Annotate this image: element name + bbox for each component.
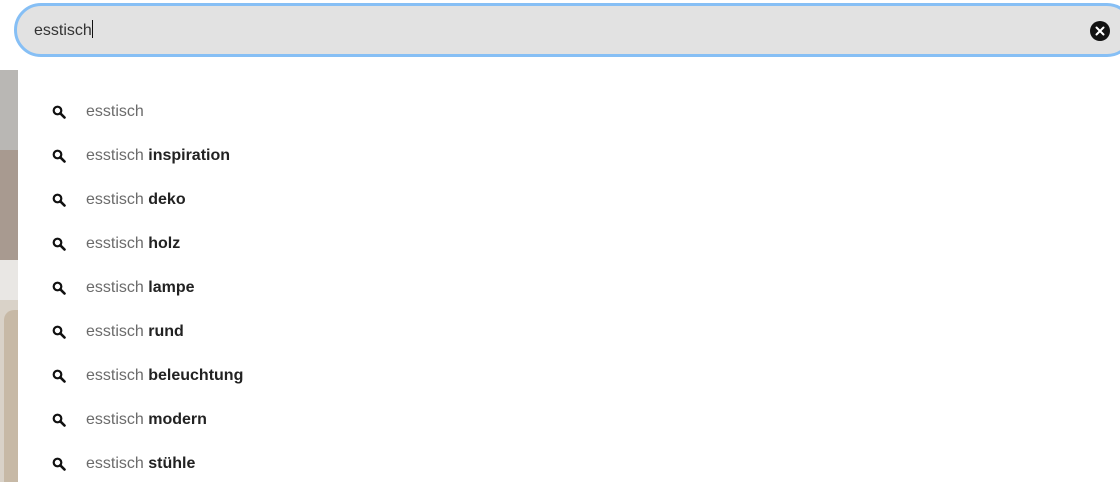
suggestion-item[interactable]: esstisch modern <box>18 398 1120 442</box>
suggestion-query: esstisch <box>86 147 144 164</box>
suggestion-completion: stühle <box>143 455 196 472</box>
suggestion-query: esstisch <box>86 235 144 252</box>
suggestion-item[interactable]: esstisch lampe <box>18 266 1120 310</box>
suggestion-query: esstisch <box>86 279 144 296</box>
suggestion-text: esstisch inspiration <box>86 134 230 178</box>
background-image-segment <box>0 70 18 150</box>
search-icon <box>52 281 66 295</box>
suggestion-item[interactable]: esstisch rund <box>18 310 1120 354</box>
clear-search-button[interactable] <box>1090 21 1110 41</box>
page: esstisch esstisch esstisch inspiration e… <box>0 0 1120 482</box>
suggestion-text: esstisch beleuchtung <box>86 354 243 398</box>
suggestion-query: esstisch <box>86 367 144 384</box>
suggestion-item[interactable]: esstisch inspiration <box>18 134 1120 178</box>
search-icon <box>52 325 66 339</box>
suggestion-text: esstisch stühle <box>86 442 195 482</box>
search-icon <box>52 413 66 427</box>
search-input-value: esstisch <box>34 22 92 39</box>
suggestions-dropdown: esstisch esstisch inspiration esstisch d… <box>18 70 1120 482</box>
search-icon <box>52 237 66 251</box>
search-icon <box>52 457 66 471</box>
text-caret <box>91 20 93 38</box>
search-bar[interactable]: esstisch <box>14 3 1120 57</box>
suggestion-query: esstisch <box>86 323 144 340</box>
suggestion-item[interactable]: esstisch <box>18 90 1120 134</box>
search-icon <box>52 369 66 383</box>
suggestion-completion: lampe <box>143 279 195 296</box>
suggestion-item[interactable]: esstisch deko <box>18 178 1120 222</box>
suggestion-text: esstisch <box>86 90 144 134</box>
suggestion-item[interactable]: esstisch beleuchtung <box>18 354 1120 398</box>
background-image-segment <box>0 260 18 300</box>
suggestion-text: esstisch holz <box>86 222 180 266</box>
suggestion-text: esstisch rund <box>86 310 184 354</box>
search-icon <box>52 149 66 163</box>
close-icon <box>1095 26 1105 36</box>
search-icon <box>52 193 66 207</box>
suggestion-item[interactable]: esstisch holz <box>18 222 1120 266</box>
suggestion-query: esstisch <box>86 455 144 472</box>
suggestion-completion: holz <box>143 235 181 252</box>
suggestion-completion: rund <box>143 323 184 340</box>
background-content-strip <box>0 70 18 482</box>
search-input[interactable]: esstisch <box>34 20 93 40</box>
suggestion-query: esstisch <box>86 191 144 208</box>
suggestion-text: esstisch lampe <box>86 266 194 310</box>
suggestion-query: esstisch <box>86 411 144 428</box>
suggestion-completion: beleuchtung <box>143 367 244 384</box>
suggestion-query: esstisch <box>86 103 144 120</box>
suggestion-text: esstisch modern <box>86 398 207 442</box>
background-image-segment <box>0 150 18 260</box>
suggestion-completion: modern <box>143 411 207 428</box>
search-icon <box>52 105 66 119</box>
background-image-segment <box>4 310 18 482</box>
suggestion-item[interactable]: esstisch stühle <box>18 442 1120 482</box>
suggestion-completion: deko <box>143 191 186 208</box>
suggestion-completion: inspiration <box>143 147 231 164</box>
suggestion-text: esstisch deko <box>86 178 186 222</box>
